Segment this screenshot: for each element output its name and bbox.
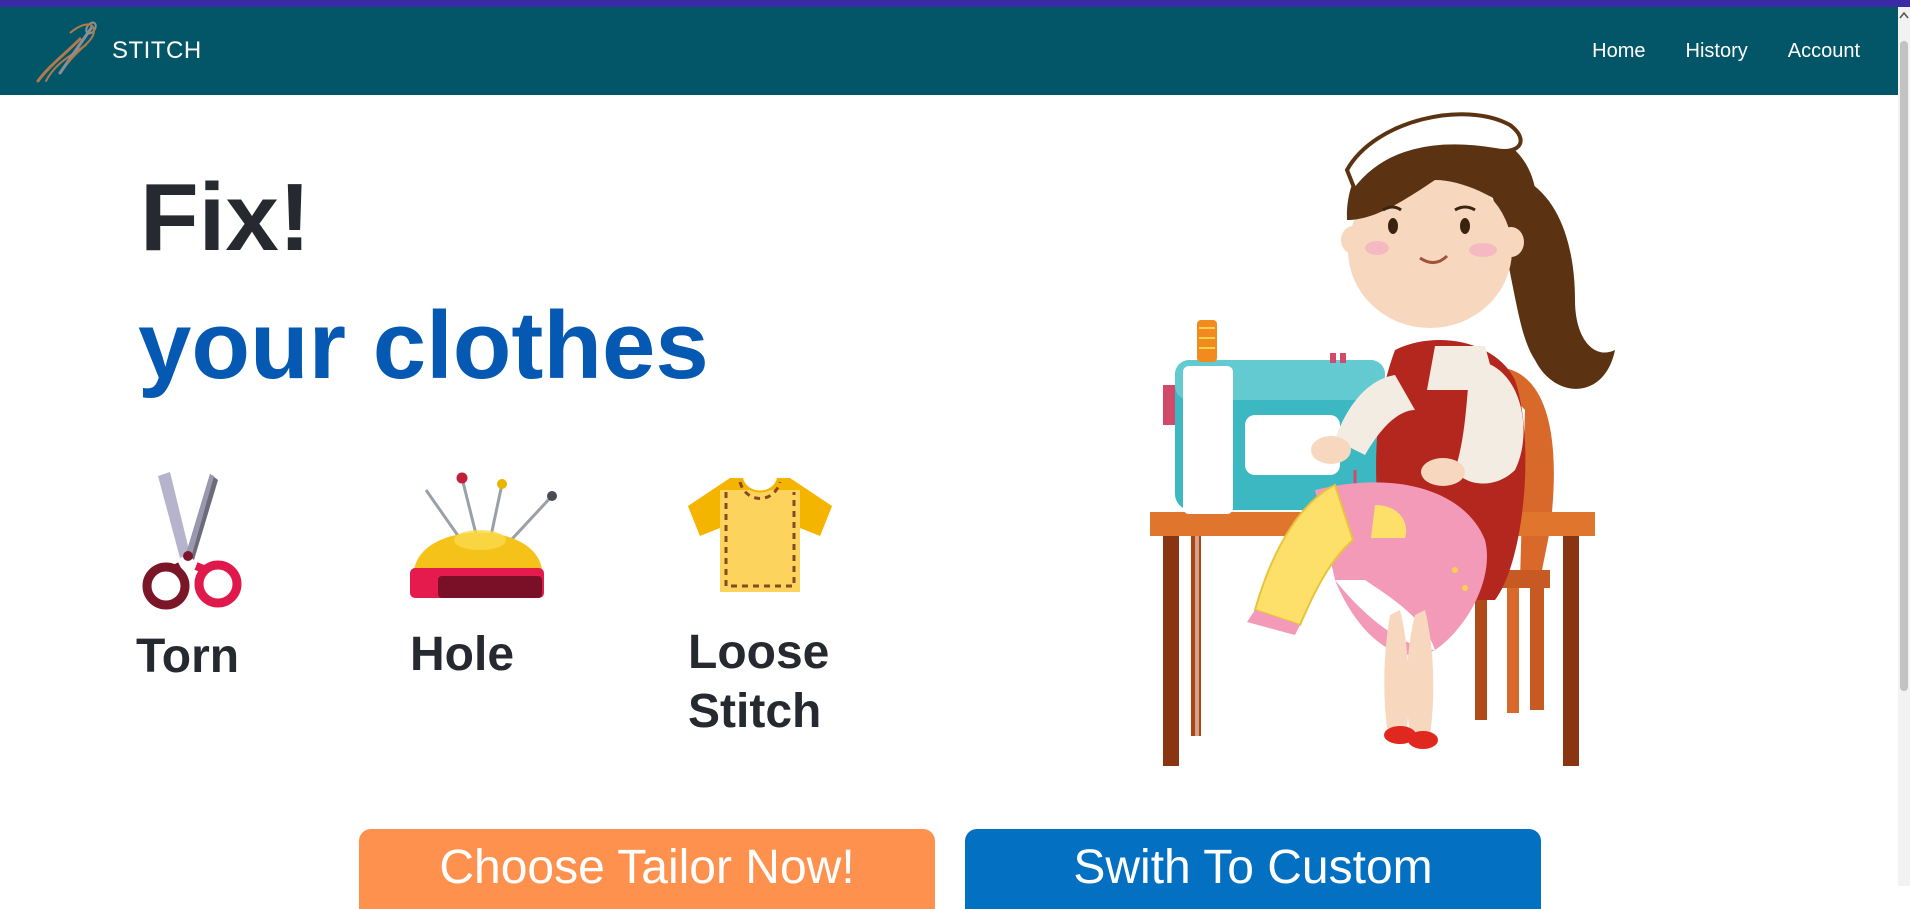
option-loose-stitch[interactable]: Loose Stitch [688, 470, 868, 741]
scrollbar-thumb[interactable] [1900, 41, 1908, 691]
option-hole[interactable]: Hole [410, 470, 560, 685]
option-torn-label: Torn [136, 630, 240, 683]
main-nav: Home History Account [1592, 7, 1860, 95]
needle-thread-logo-icon [36, 21, 97, 83]
navbar: STITCH Home History Account [0, 7, 1898, 95]
switch-to-custom-button[interactable]: Swith To Custom [965, 829, 1541, 909]
option-loose-stitch-label: Loose Stitch [688, 626, 830, 738]
option-torn[interactable]: Torn [136, 470, 246, 687]
brand[interactable]: STITCH [30, 7, 202, 95]
option-hole-label: Hole [410, 628, 515, 681]
sewing-girl-illustration [1150, 112, 1615, 766]
choose-tailor-button[interactable]: Choose Tailor Now! [359, 829, 935, 909]
scroll-up-arrow-icon[interactable] [1898, 11, 1910, 25]
nav-home-link[interactable]: Home [1592, 40, 1645, 63]
nav-history-link[interactable]: History [1686, 40, 1748, 63]
nav-account-link[interactable]: Account [1788, 40, 1860, 63]
hero-title: Fix! [140, 164, 311, 271]
hero-subtitle: your clothes [138, 292, 709, 399]
brand-name: STITCH [112, 37, 202, 64]
pincushion-icon [410, 472, 557, 598]
page-scrollbar[interactable] [1898, 7, 1910, 886]
tshirt-icon [688, 477, 832, 592]
window-top-strip [0, 0, 1910, 7]
scissors-icon [142, 472, 242, 610]
